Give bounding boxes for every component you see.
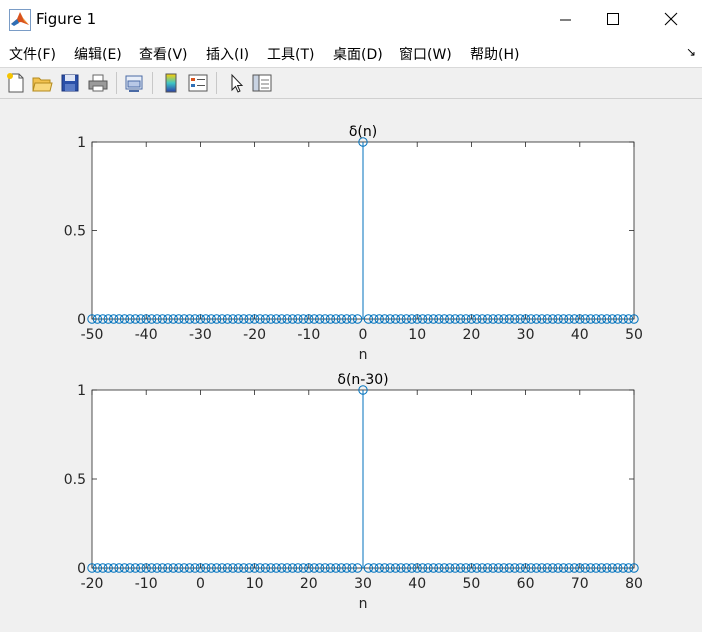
maximize-icon <box>607 13 619 25</box>
x-tick-label: -50 <box>81 327 104 343</box>
plot-title: δ(n-30) <box>337 372 388 388</box>
legend-icon[interactable] <box>187 72 209 94</box>
toolbar-separator <box>152 72 153 94</box>
x-tick-label: -10 <box>135 576 158 592</box>
close-icon <box>664 12 678 26</box>
x-tick-label: -30 <box>189 327 212 343</box>
minimize-icon <box>560 19 571 21</box>
toolbar-separator <box>216 72 217 94</box>
close-button[interactable] <box>648 0 694 40</box>
x-axis-label: n <box>359 347 368 363</box>
link-plot-icon[interactable] <box>123 72 145 94</box>
x-tick-label: 0 <box>196 576 205 592</box>
x-tick-label: 30 <box>354 576 372 592</box>
x-tick-label: 80 <box>625 576 643 592</box>
colorbar-icon[interactable] <box>160 72 182 94</box>
menu-bar: 文件(F) 编辑(E) 查看(V) 插入(I) 工具(T) 桌面(D) 窗口(W… <box>0 40 702 68</box>
menu-window[interactable]: 窗口(W) <box>399 44 452 64</box>
x-tick-label: -20 <box>81 576 104 592</box>
y-tick-label: 0.5 <box>64 224 86 240</box>
new-figure-icon[interactable] <box>5 72 27 94</box>
figure-toolbar <box>0 68 702 99</box>
y-tick-label: 0 <box>77 561 86 577</box>
title-bar: Figure 1 <box>0 0 702 40</box>
toolbar-separator <box>116 72 117 94</box>
y-tick-label: 0 <box>77 312 86 328</box>
x-tick-label: 50 <box>462 576 480 592</box>
plots-svg: -50 -40 -30 -20 -10 0 10 20 30 40 5000.51δ(n)n-20-… <box>64 124 643 612</box>
x-tick-label: -10 <box>297 327 320 343</box>
matlab-icon <box>9 9 31 31</box>
y-tick-label: 1 <box>77 135 86 151</box>
menu-file[interactable]: 文件(F) <box>9 44 56 64</box>
save-icon[interactable] <box>59 72 81 94</box>
x-tick-label: 20 <box>462 327 480 343</box>
maximize-button[interactable] <box>590 0 636 40</box>
window-title: Figure 1 <box>36 10 97 28</box>
x-tick-label: 0 <box>359 327 368 343</box>
x-tick-label: 10 <box>246 576 264 592</box>
figure-canvas: -50 -40 -30 -20 -10 0 10 20 30 40 50 0 0.5 1 δ(n) n -20-… <box>0 99 702 628</box>
print-icon[interactable] <box>87 72 109 94</box>
x-tick-label: -40 <box>135 327 158 343</box>
x-tick-label: 70 <box>571 576 589 592</box>
x-tick-label: 60 <box>517 576 535 592</box>
menu-edit[interactable]: 编辑(E) <box>74 44 122 64</box>
x-tick-label: -20 <box>243 327 266 343</box>
x-tick-label: 50 <box>625 327 643 343</box>
dock-arrow-icon[interactable]: ↘ <box>686 45 696 59</box>
menu-tools[interactable]: 工具(T) <box>267 44 314 64</box>
y-tick-label: 0.5 <box>64 472 86 488</box>
menu-help[interactable]: 帮助(H) <box>470 44 519 64</box>
menu-desktop[interactable]: 桌面(D) <box>333 44 383 64</box>
x-tick-label: 10 <box>408 327 426 343</box>
y-tick-label: 1 <box>77 383 86 399</box>
x-tick-label: 20 <box>300 576 318 592</box>
x-tick-label: 40 <box>571 327 589 343</box>
menu-view[interactable]: 查看(V) <box>139 44 188 64</box>
plot-title: δ(n) <box>349 124 377 140</box>
menu-insert[interactable]: 插入(I) <box>206 44 249 64</box>
x-tick-label: 30 <box>517 327 535 343</box>
edit-plot-pointer-icon[interactable] <box>225 72 247 94</box>
x-tick-label: 40 <box>408 576 426 592</box>
open-file-icon[interactable] <box>31 72 53 94</box>
x-axis-label: n <box>359 596 368 612</box>
minimize-button[interactable] <box>542 0 588 40</box>
property-inspector-icon[interactable] <box>251 72 273 94</box>
